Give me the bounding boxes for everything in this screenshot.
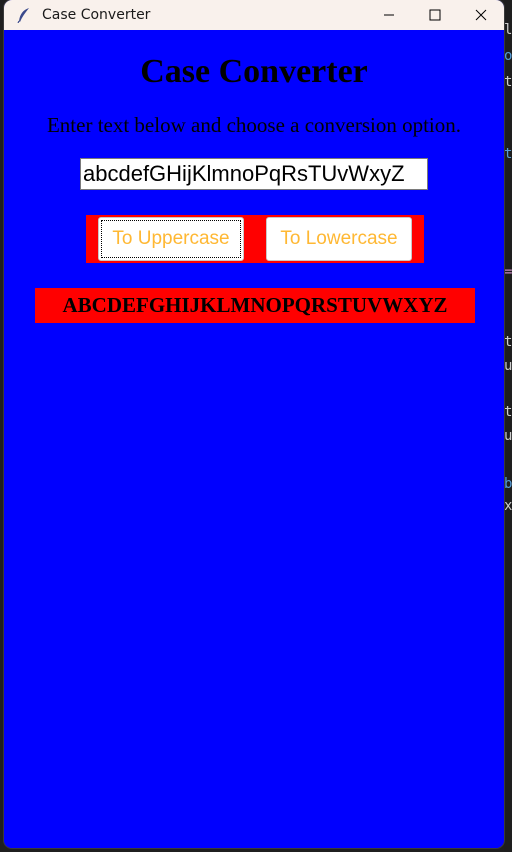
window-titlebar[interactable]: Case Converter (4, 0, 504, 30)
editor-fragment: x (504, 498, 512, 514)
feather-icon (16, 7, 32, 23)
editor-fragment: o (504, 48, 512, 64)
case-converter-window: Case Converter Case Converter Enter text… (4, 0, 504, 848)
editor-fragment: t (504, 146, 512, 162)
editor-fragment: b (504, 476, 512, 492)
text-input[interactable]: abcdefGHijKlmnoPqRsTUvWxyZ (80, 158, 428, 190)
editor-fragment: = (504, 264, 512, 280)
editor-fragment: t (504, 404, 512, 420)
to-uppercase-button[interactable]: To Uppercase (98, 217, 244, 261)
maximize-icon (429, 6, 441, 25)
window-title: Case Converter (42, 7, 151, 23)
maximize-button[interactable] (412, 0, 458, 30)
editor-fragment: u (504, 358, 512, 374)
desktop: le o t t = t u t u b x Case Converter (0, 0, 512, 852)
editor-fragment: le (504, 22, 512, 38)
background-editor-window: le o t t = t u t u b x (504, 0, 512, 852)
result-label: ABCDEFGHIJKLMNOPQRSTUVWXYZ (35, 288, 475, 323)
window-controls (366, 0, 504, 30)
editor-fragment: t (504, 74, 512, 90)
to-lowercase-button[interactable]: To Lowercase (266, 217, 412, 261)
minimize-icon (383, 6, 395, 25)
editor-fragment: t (504, 334, 512, 350)
minimize-button[interactable] (366, 0, 412, 30)
close-icon (475, 6, 487, 25)
app-heading: Case Converter (140, 53, 368, 90)
app-client-area: Case Converter Enter text below and choo… (4, 34, 504, 848)
editor-fragment: u (504, 428, 512, 444)
instructions-label: Enter text below and choose a conversion… (46, 113, 462, 137)
close-button[interactable] (458, 0, 504, 30)
